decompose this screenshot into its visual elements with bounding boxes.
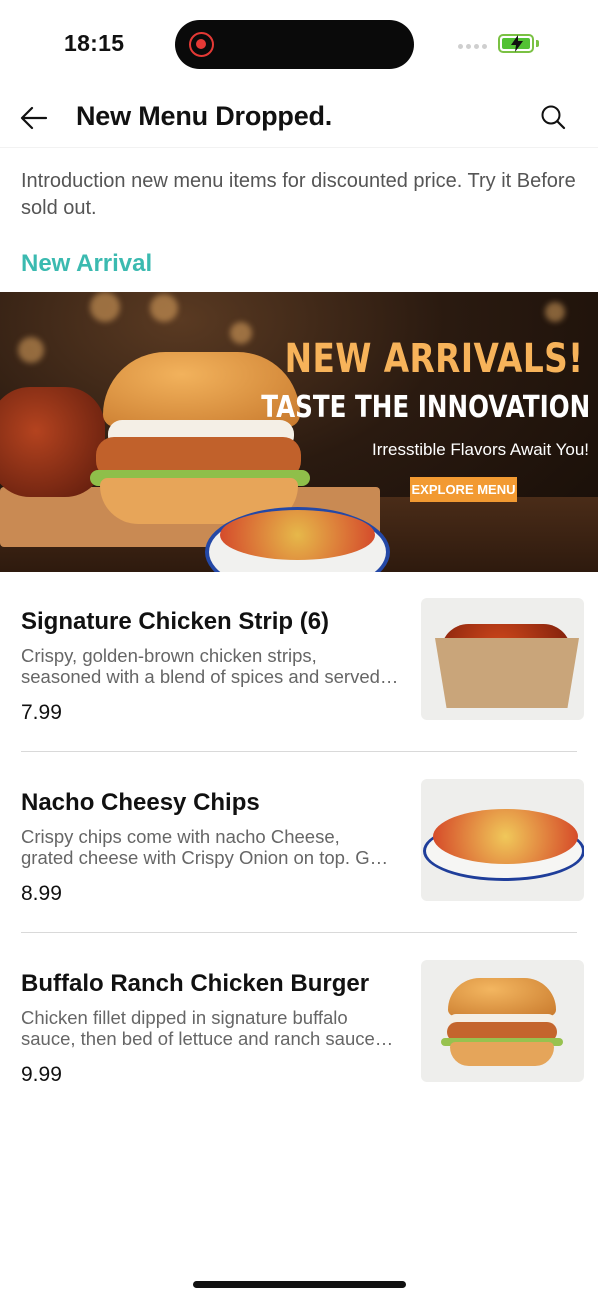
section-title-new-arrival: New Arrival (21, 250, 153, 277)
status-time: 18:15 (64, 30, 125, 56)
menu-item-price: 7.99 (21, 701, 62, 724)
menu-item[interactable]: Nacho Cheesy Chips Crispy chips come wit… (0, 762, 598, 943)
divider (21, 932, 577, 933)
arrow-left-icon (20, 106, 48, 130)
menu-item-image (421, 960, 584, 1082)
banner-tagline: TASTE THE INNOVATION (260, 390, 590, 425)
battery-tip (536, 40, 539, 47)
back-button[interactable] (18, 102, 50, 134)
menu-item-image (421, 779, 584, 901)
menu-item-description: Chicken fillet dipped in signature buffa… (21, 1007, 394, 1049)
menu-item-name: Buffalo Ranch Chicken Burger (21, 970, 370, 997)
menu-item-description: Crispy, golden-brown chicken strips, sea… (21, 645, 399, 687)
menu-item[interactable]: Signature Chicken Strip (6) Crispy, gold… (0, 581, 598, 762)
new-arrivals-banner[interactable]: NEW ARRIVALS! TASTE THE INNOVATION Irres… (0, 292, 598, 572)
intro-text: Introduction new menu items for discount… (21, 170, 576, 219)
menu-item-name: Signature Chicken Strip (6) (21, 608, 330, 635)
menu-list: Signature Chicken Strip (6) Crispy, gold… (0, 581, 598, 1124)
app-header: New Menu Dropped. (0, 88, 598, 148)
signal-icon (458, 44, 487, 49)
menu-item-image (421, 598, 584, 720)
page-title: New Menu Dropped. (76, 101, 333, 131)
divider (21, 751, 577, 752)
dynamic-island (175, 20, 414, 69)
explore-menu-button[interactable]: EXPLORE MENU (410, 477, 517, 502)
search-icon (541, 105, 566, 130)
screen-record-icon (189, 32, 214, 57)
search-button[interactable] (538, 102, 568, 132)
banner-subtitle: Irresstible Flavors Await You! (371, 440, 589, 459)
menu-item-price: 9.99 (21, 1063, 62, 1086)
menu-item[interactable]: Buffalo Ranch Chicken Burger Chicken fil… (0, 943, 598, 1124)
battery-icon (498, 34, 534, 53)
home-indicator[interactable] (193, 1281, 406, 1288)
menu-item-description: Crispy chips come with nacho Cheese, gra… (21, 826, 389, 868)
menu-item-name: Nacho Cheesy Chips (21, 789, 260, 816)
menu-item-price: 8.99 (21, 882, 62, 905)
wings-image (0, 387, 105, 497)
banner-headline: NEW ARRIVALS! (285, 336, 584, 382)
status-bar: 18:15 (0, 0, 598, 88)
